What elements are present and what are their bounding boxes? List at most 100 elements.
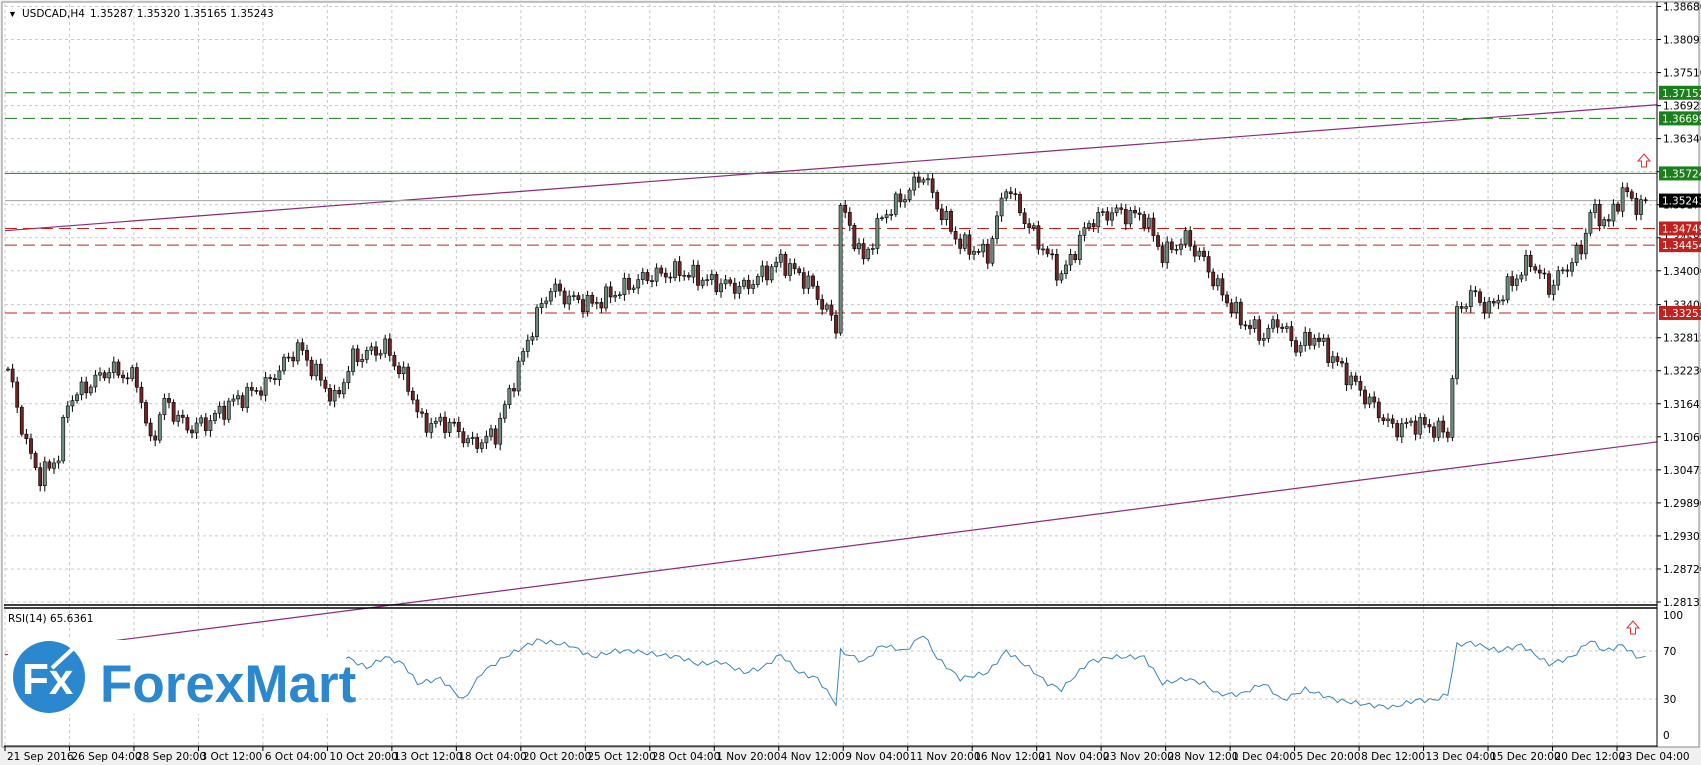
candle-bull bbox=[1312, 337, 1317, 346]
candle-bear bbox=[153, 435, 158, 441]
candle-bear bbox=[1073, 254, 1078, 261]
candle-bear bbox=[1142, 214, 1147, 228]
candle-bear bbox=[953, 231, 958, 240]
candle-bull bbox=[1197, 250, 1202, 257]
time-tick-label: 6 Oct 04:00 bbox=[265, 751, 327, 763]
candle-bull bbox=[995, 215, 999, 239]
candle-bear bbox=[916, 176, 921, 183]
candle-bull bbox=[760, 265, 765, 277]
candle-bull bbox=[769, 266, 774, 281]
candle-bull bbox=[567, 295, 572, 305]
candle-bear bbox=[1432, 426, 1436, 438]
candle-bull bbox=[70, 400, 75, 407]
candle-bull bbox=[341, 382, 346, 395]
candle-bull bbox=[525, 339, 530, 352]
candle-bear bbox=[1045, 248, 1050, 255]
candle-bear bbox=[1353, 375, 1358, 382]
candle-bear bbox=[1202, 250, 1206, 257]
candle-bear bbox=[19, 406, 24, 435]
candle-bear bbox=[167, 398, 171, 403]
candle-bull bbox=[544, 300, 549, 304]
candle-bear bbox=[576, 295, 581, 300]
candle-bull bbox=[1399, 423, 1404, 438]
candle-bear bbox=[420, 411, 424, 414]
candle-bear bbox=[134, 367, 139, 388]
candle-bull bbox=[1524, 254, 1528, 276]
candle-bear bbox=[861, 243, 866, 260]
candle-bull bbox=[1367, 396, 1372, 405]
candle-bear bbox=[171, 402, 176, 422]
candle-bear bbox=[1225, 294, 1229, 304]
candle-bull bbox=[1174, 248, 1179, 251]
time-tick-label: 13 Dec 04:00 bbox=[1426, 751, 1497, 763]
candle-bear bbox=[1459, 306, 1464, 309]
candle-bear bbox=[732, 282, 737, 294]
candle-bear bbox=[1160, 246, 1165, 263]
candle-bull bbox=[1514, 278, 1519, 286]
candle-bull bbox=[245, 387, 250, 408]
candle-bull bbox=[530, 336, 535, 341]
time-tick-label: 3 Oct 12:00 bbox=[200, 751, 262, 763]
price-tick-label: 1.37510 bbox=[1663, 68, 1701, 80]
candle-bull bbox=[1464, 306, 1469, 309]
candle-bull bbox=[346, 371, 351, 384]
candle-bear bbox=[1478, 291, 1482, 303]
candle-bear bbox=[397, 365, 401, 374]
candle-bull bbox=[824, 304, 829, 310]
candle-bear bbox=[1335, 356, 1340, 362]
candle-bull bbox=[351, 348, 355, 372]
price-tick-label: 1.28720 bbox=[1663, 564, 1701, 576]
candle-bear bbox=[1188, 230, 1193, 247]
price-tag-label: 1.37152 bbox=[1662, 88, 1701, 100]
candle-bear bbox=[1169, 241, 1174, 250]
time-tick-label: 23 Nov 20:00 bbox=[1103, 751, 1174, 763]
candle-bull bbox=[1570, 262, 1574, 272]
candle-bull bbox=[778, 253, 783, 263]
forexmart-logo: Fx ForexMart bbox=[8, 640, 356, 714]
candle-bull bbox=[1551, 284, 1556, 295]
candle-bull bbox=[194, 422, 199, 434]
candle-bull bbox=[857, 243, 861, 250]
candle-bear bbox=[10, 368, 15, 383]
candle-bull bbox=[604, 286, 608, 309]
candle-bear bbox=[627, 277, 631, 290]
candle-bear bbox=[820, 299, 825, 310]
time-tick-label: 5 Dec 20:00 bbox=[1297, 751, 1361, 763]
candle-bull bbox=[1639, 199, 1643, 215]
candle-bull bbox=[1468, 290, 1473, 307]
candle-bear bbox=[116, 361, 121, 376]
candle-bear bbox=[286, 356, 291, 359]
price-chart[interactable]: 100 70 30 0 Fx ForexMart 1.38680 1.38095 1.37… bbox=[0, 0, 1701, 765]
candle-bear bbox=[268, 377, 273, 379]
candle-bear bbox=[714, 274, 719, 293]
time-tick-label: 21 Nov 04:00 bbox=[1039, 751, 1110, 763]
candle-bear bbox=[958, 238, 963, 249]
price-tag-label: 1.36699 bbox=[1662, 113, 1701, 125]
candle-bear bbox=[898, 193, 903, 203]
candle-bear bbox=[1238, 301, 1243, 326]
candle-bear bbox=[1307, 332, 1312, 346]
candle-bear bbox=[645, 272, 650, 281]
candle-bear bbox=[1027, 223, 1032, 229]
candle-bear bbox=[1634, 197, 1639, 215]
time-tick-label: 13 Oct 12:00 bbox=[394, 751, 462, 763]
candle-bear bbox=[1340, 361, 1344, 364]
triangle-down-icon[interactable]: ▼ bbox=[8, 9, 17, 19]
candle-bull bbox=[673, 261, 677, 279]
price-tick-label: 1.28135 bbox=[1663, 597, 1701, 609]
candle-bull bbox=[295, 342, 300, 362]
price-tick-label: 1.34000 bbox=[1663, 266, 1701, 278]
candle-bull bbox=[682, 274, 687, 277]
candle-bull bbox=[1215, 278, 1220, 287]
candle-bull bbox=[88, 386, 93, 394]
time-axis[interactable]: 21 Sep 201626 Sep 04:0028 Sep 20:003 Oct… bbox=[4, 746, 1690, 763]
candle-bear bbox=[300, 342, 305, 351]
candle-bear bbox=[696, 264, 700, 286]
time-tick-label: 1 Nov 20:00 bbox=[716, 751, 780, 763]
candle-bear bbox=[259, 390, 263, 396]
candle-bear bbox=[1358, 381, 1363, 391]
candle-bull bbox=[56, 460, 61, 464]
candle-bull bbox=[1271, 319, 1275, 329]
candle-bear bbox=[746, 279, 751, 289]
rsi-level-label: 70 bbox=[1663, 646, 1676, 658]
